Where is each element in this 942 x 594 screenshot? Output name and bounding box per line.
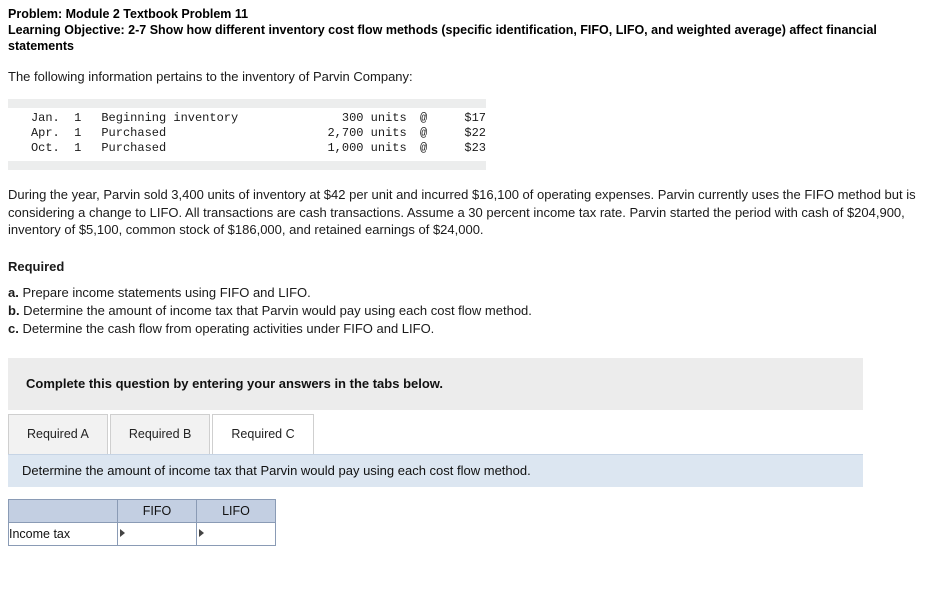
row-price: $23	[464, 141, 486, 155]
required-item-b-text: Determine the amount of income tax that …	[19, 302, 532, 318]
row-at: @	[419, 111, 428, 125]
complete-question-text: Complete this question by entering your …	[26, 376, 444, 391]
required-list: a. Prepare income statements using FIFO …	[8, 284, 934, 338]
required-item-b: b. Determine the amount of income tax th…	[8, 302, 934, 320]
row-units: 1,000 units	[327, 141, 407, 155]
row-date: Apr. 1	[30, 126, 82, 140]
learning-objective: Learning Objective: 2-7 Show how differe…	[8, 23, 877, 53]
row-description: Purchased	[101, 141, 167, 155]
answer-table: FIFO LIFO Income tax	[8, 498, 276, 546]
answer-header-lifo: LIFO	[196, 498, 276, 523]
inventory-table: Jan. 1 Beginning inventory 300 units @ $…	[8, 99, 486, 170]
row-date: Jan. 1	[30, 111, 82, 125]
tab-required-a[interactable]: Required A	[8, 413, 108, 454]
body-paragraph: During the year, Parvin sold 3,400 units…	[8, 187, 916, 237]
table-row: Jan. 1 Beginning inventory 300 units @ $…	[8, 111, 486, 126]
answer-header-blank	[8, 498, 118, 523]
inventory-rows: Jan. 1 Beginning inventory 300 units @ $…	[8, 108, 486, 158]
table-bottom-bar	[8, 161, 486, 170]
table-row: Oct. 1 Purchased 1,000 units @ $23	[8, 141, 486, 156]
problem-title: Problem: Module 2 Textbook Problem 11	[8, 7, 249, 21]
required-item-b-letter: b.	[8, 302, 20, 318]
intro-text: The following information pertains to th…	[8, 69, 413, 84]
row-date: Oct. 1	[30, 141, 82, 155]
row-at: @	[419, 141, 428, 155]
table-row: Apr. 1 Purchased 2,700 units @ $22	[8, 126, 486, 141]
tab-prompt-text: Determine the amount of income tax that …	[22, 463, 531, 478]
row-price: $17	[464, 111, 486, 125]
table-top-bar	[8, 99, 486, 108]
row-description: Purchased	[101, 126, 167, 140]
row-price: $22	[464, 126, 486, 140]
table-row: Income tax	[8, 521, 276, 546]
required-item-c-letter: c.	[8, 320, 19, 336]
row-at: @	[419, 126, 428, 140]
required-heading: Required	[8, 258, 65, 274]
required-item-c-text: Determine the cash flow from operating a…	[18, 320, 435, 336]
tab-required-b[interactable]: Required B	[109, 413, 211, 454]
tab-required-c[interactable]: Required C	[212, 413, 314, 454]
answer-table-header-row: FIFO LIFO	[8, 498, 276, 523]
income-tax-lifo-input[interactable]	[196, 521, 276, 546]
problem-page: Problem: Module 2 Textbook Problem 11 Le…	[0, 0, 942, 546]
row-units: 2,700 units	[327, 126, 407, 140]
required-item-c: c. Determine the cash flow from operatin…	[8, 320, 934, 338]
row-description: Beginning inventory	[101, 111, 239, 125]
required-item-a: a. Prepare income statements using FIFO …	[8, 284, 934, 302]
required-item-a-letter: a.	[8, 284, 19, 300]
tab-prompt-bar: Determine the amount of income tax that …	[8, 453, 863, 487]
income-tax-fifo-input[interactable]	[117, 521, 197, 546]
required-item-a-text: Prepare income statements using FIFO and…	[18, 284, 311, 300]
answer-tabs: Required A Required B Required C	[8, 412, 934, 454]
answer-row-label-income-tax: Income tax	[8, 521, 118, 546]
complete-question-banner: Complete this question by entering your …	[8, 357, 863, 410]
answer-header-fifo: FIFO	[117, 498, 197, 523]
row-units: 300 units	[341, 111, 407, 125]
